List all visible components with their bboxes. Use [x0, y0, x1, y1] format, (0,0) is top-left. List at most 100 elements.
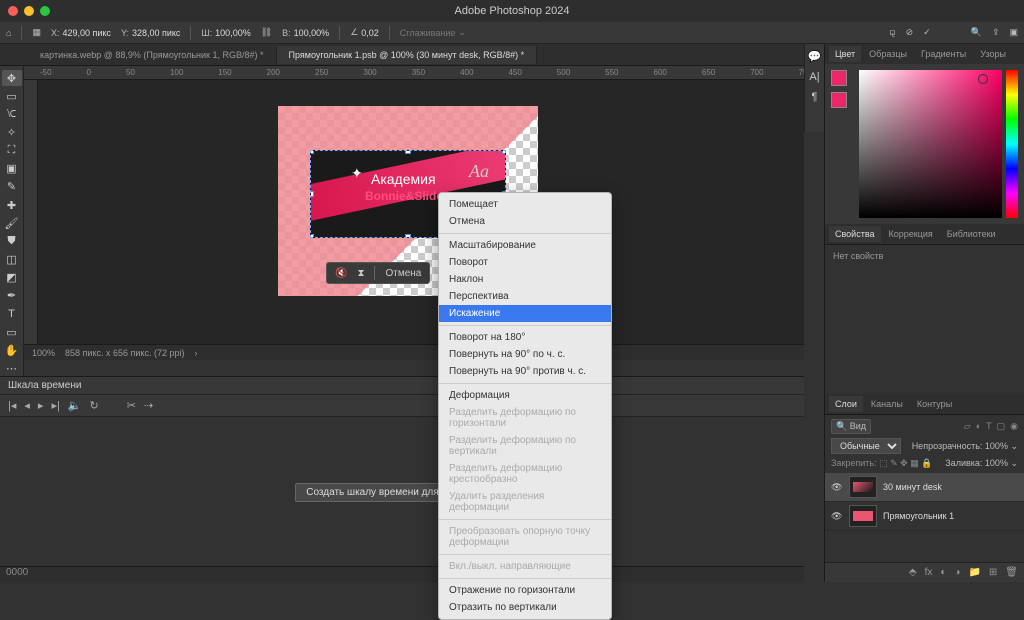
hourglass-icon[interactable]: ⧗ — [357, 268, 364, 279]
heal-tool[interactable]: ✚ — [2, 197, 22, 213]
tab-layers[interactable]: Слои — [829, 396, 863, 412]
layer-filter[interactable]: 🔍 Вид — [831, 419, 871, 434]
shape-tool[interactable]: ▭ — [2, 324, 22, 340]
menu-rot90ccw[interactable]: Повернуть на 90° против ч. с. — [439, 363, 611, 380]
color-field[interactable] — [859, 70, 1002, 218]
zoom-level[interactable]: 100% — [32, 348, 55, 358]
handle-tm[interactable] — [405, 150, 411, 154]
cancel-button[interactable]: Отмена — [385, 268, 421, 279]
menu-flip-h[interactable]: Отражение по горизонтали — [439, 582, 611, 599]
minimize-icon[interactable] — [24, 6, 34, 16]
filter-smart-icon[interactable]: ◉ — [1010, 421, 1018, 432]
warp-icon[interactable]: ⚼ — [889, 27, 895, 38]
doc-tab-1[interactable]: картинка.webp @ 88,9% (Прямоугольник 1, … — [28, 46, 277, 64]
search-icon[interactable]: 🔍 — [971, 27, 982, 38]
tab-swatches[interactable]: Образцы — [863, 46, 913, 62]
menu-scale[interactable]: Масштабирование — [439, 237, 611, 254]
menu-skew[interactable]: Наклон — [439, 271, 611, 288]
bg-swatch[interactable] — [831, 92, 847, 108]
tab-properties[interactable]: Свойства — [829, 226, 881, 242]
anchor-icon[interactable]: ▦ — [32, 27, 41, 38]
transition-icon[interactable]: ⇢ — [144, 399, 153, 412]
eraser-tool[interactable]: ◫ — [2, 251, 22, 267]
link-layers-icon[interactable]: ⬘ — [909, 567, 917, 578]
visibility-icon[interactable]: 👁 — [831, 482, 843, 493]
menu-cancel[interactable]: Отмена — [439, 213, 611, 230]
cancel-transform-icon[interactable]: ⊘ — [906, 27, 914, 38]
filter-shape-icon[interactable]: ▢ — [997, 421, 1006, 432]
x-value[interactable]: 429,00 пикс — [62, 28, 110, 38]
gradient-tool[interactable]: ◩ — [2, 270, 22, 286]
menu-rot180[interactable]: Поворот на 180° — [439, 329, 611, 346]
mask-icon[interactable]: ◐ — [940, 567, 946, 578]
chevron-right-icon[interactable]: › — [194, 348, 197, 358]
audio-icon[interactable]: 🔈 — [68, 399, 82, 412]
delete-layer-icon[interactable]: 🗑 — [1005, 567, 1018, 578]
home-icon[interactable]: ⌂ — [6, 28, 11, 38]
brush-tool[interactable]: 🖌 — [2, 215, 22, 231]
h-value[interactable]: 100,00% — [294, 28, 330, 38]
tab-libraries[interactable]: Библиотеки — [941, 226, 1002, 242]
hand-tool[interactable]: ✋ — [2, 342, 22, 358]
paragraph-icon[interactable]: ¶ — [812, 91, 818, 103]
speaker-icon[interactable]: 🔇 — [335, 268, 347, 279]
handle-ml[interactable] — [310, 191, 314, 197]
type-tool[interactable]: T — [2, 306, 22, 322]
comment-icon[interactable]: 💬 — [808, 50, 822, 63]
menu-flip-v[interactable]: Отразить по вертикали — [439, 599, 611, 616]
tab-adjust[interactable]: Коррекция — [883, 226, 939, 242]
next-frame-icon[interactable]: ▸| — [51, 399, 59, 412]
fx-icon[interactable]: fx — [925, 567, 933, 578]
filter-adjust-icon[interactable]: ◐ — [976, 421, 981, 432]
wand-tool[interactable]: ✧ — [2, 124, 22, 140]
first-frame-icon[interactable]: |◂ — [8, 399, 16, 412]
frame-tool[interactable]: ▣ — [2, 161, 22, 177]
filter-pixel-icon[interactable]: ▱ — [964, 421, 971, 432]
visibility-icon[interactable]: 👁 — [831, 511, 843, 522]
new-layer-icon[interactable]: ⊞ — [989, 567, 997, 578]
crop-tool[interactable]: ⛶ — [2, 143, 22, 159]
handle-bm[interactable] — [405, 234, 411, 238]
split-icon[interactable]: ✂ — [127, 399, 136, 412]
layer-name[interactable]: Прямоугольник 1 — [883, 511, 954, 521]
more-tool[interactable]: ⋯ — [2, 360, 22, 376]
w-value[interactable]: 100,00% — [215, 28, 251, 38]
tab-color[interactable]: Цвет — [829, 46, 861, 62]
prev-frame-icon[interactable]: ◂ — [24, 399, 30, 412]
marquee-tool[interactable]: ▭ — [2, 88, 22, 104]
menu-rot90cw[interactable]: Повернуть на 90° по ч. с. — [439, 346, 611, 363]
loop-icon[interactable]: ↻ — [90, 399, 99, 412]
character-icon[interactable]: A| — [809, 71, 819, 83]
menu-perspective[interactable]: Перспектива — [439, 288, 611, 305]
doc-tab-2[interactable]: Прямоугольник 1.psb @ 100% (30 минут des… — [277, 46, 538, 64]
filter-type-icon[interactable]: T — [986, 421, 992, 432]
layer-item[interactable]: 👁 Прямоугольник 1 — [825, 502, 1024, 531]
fg-swatch[interactable] — [831, 70, 847, 86]
opacity-value[interactable]: 100% — [985, 441, 1008, 451]
tab-patterns[interactable]: Узоры — [974, 46, 1012, 62]
stamp-tool[interactable]: ⛊ — [2, 233, 22, 249]
tab-gradients[interactable]: Градиенты — [915, 46, 972, 62]
fill-value[interactable]: 100% — [985, 458, 1008, 468]
color-picker[interactable] — [825, 64, 1024, 224]
menu-rotate[interactable]: Поворот — [439, 254, 611, 271]
pen-tool[interactable]: ✒ — [2, 288, 22, 304]
hue-slider[interactable] — [1006, 70, 1018, 218]
layer-name[interactable]: 30 минут desk — [883, 482, 942, 492]
menu-place[interactable]: Помещает — [439, 196, 611, 213]
handle-bl[interactable] — [310, 234, 314, 238]
menu-distort[interactable]: Искажение — [439, 305, 611, 322]
angle-value[interactable]: 0,02 — [361, 28, 379, 38]
workspace-icon[interactable]: ▣ — [1009, 27, 1018, 38]
group-icon[interactable]: 📁 — [968, 567, 980, 578]
layer-item[interactable]: 👁 30 минут desk — [825, 473, 1024, 502]
lasso-tool[interactable]: ⟈ — [2, 106, 22, 122]
maximize-icon[interactable] — [40, 6, 50, 16]
y-value[interactable]: 328,00 пикс — [132, 28, 180, 38]
close-icon[interactable] — [8, 6, 18, 16]
handle-tr[interactable] — [502, 150, 506, 154]
commit-transform-icon[interactable]: ✓ — [923, 27, 931, 38]
link-icon[interactable]: ⛓ — [261, 27, 272, 38]
lock-icon[interactable]: ⬚ ✎ ✥ ▦ 🔒 — [879, 458, 932, 468]
blend-mode-select[interactable]: Обычные — [831, 438, 901, 454]
